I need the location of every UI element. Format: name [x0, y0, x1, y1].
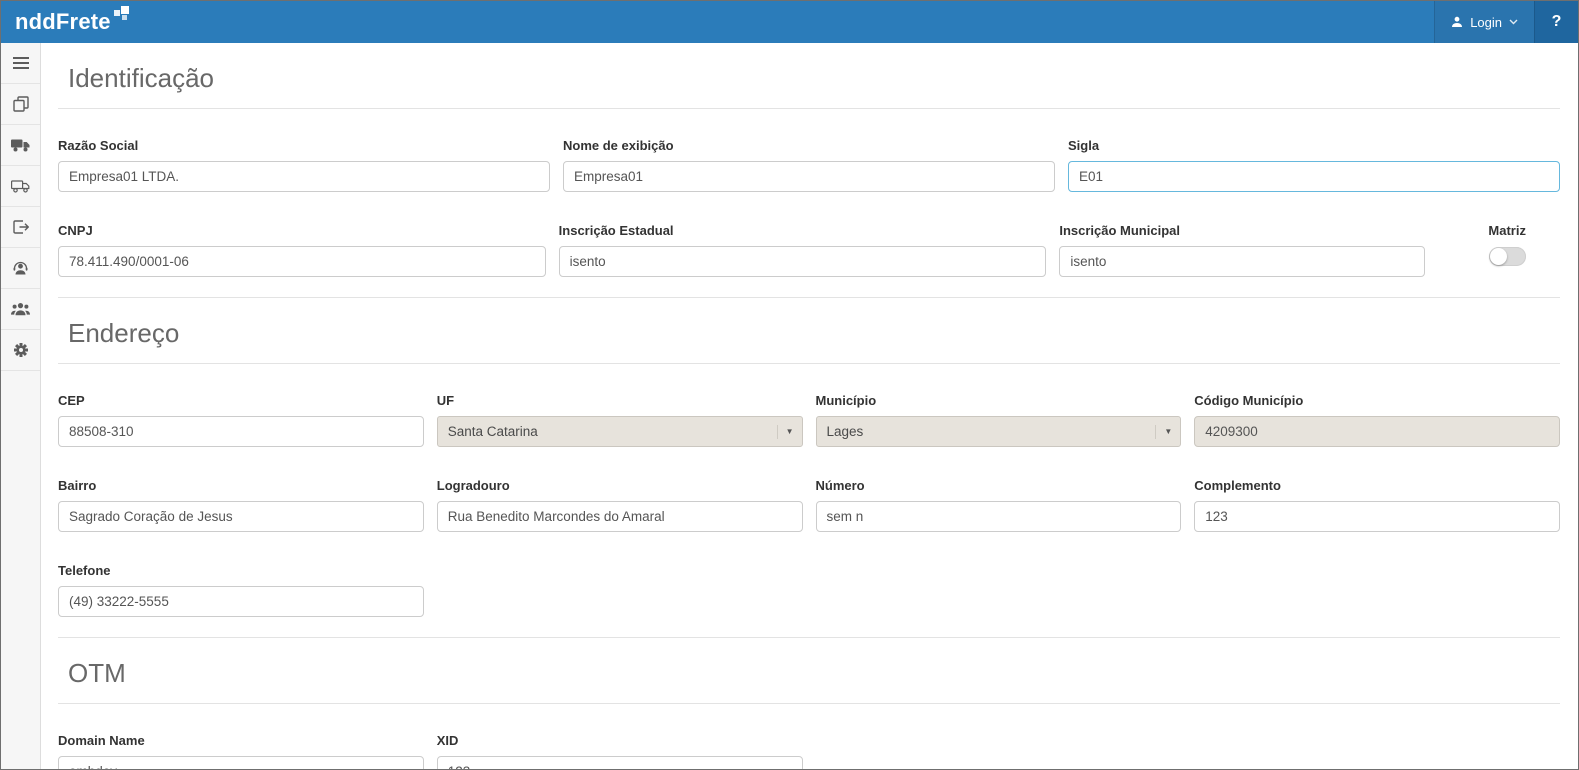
telefone-input[interactable]: [58, 586, 424, 617]
inscricao-municipal-label: Inscrição Municipal: [1059, 222, 1425, 240]
codigo-municipio-input: [1194, 416, 1560, 447]
cnpj-label: CNPJ: [58, 222, 546, 240]
razao-social-input[interactable]: [58, 161, 550, 192]
field-sigla: Sigla: [1068, 137, 1560, 192]
field-municipio: Município Lages ▼: [816, 392, 1182, 447]
municipio-label: Município: [816, 392, 1182, 410]
support-icon: [12, 260, 29, 276]
body: Identificação Razão Social Nome de exibi…: [1, 43, 1578, 769]
field-codigo-municipio: Código Município: [1194, 392, 1560, 447]
sigla-label: Sigla: [1068, 137, 1560, 155]
cep-label: CEP: [58, 392, 424, 410]
page: nddFrete Login ?: [0, 0, 1579, 770]
domain-name-input[interactable]: [58, 756, 424, 769]
complemento-input[interactable]: [1194, 501, 1560, 532]
complemento-label: Complemento: [1194, 477, 1560, 495]
login-label: Login: [1470, 15, 1502, 30]
sidebar-item-logout[interactable]: [1, 207, 40, 248]
logout-icon: [13, 220, 29, 234]
matriz-label: Matriz: [1488, 222, 1526, 240]
sidebar-item-settings[interactable]: [1, 330, 40, 371]
uf-select[interactable]: Santa Catarina ▼: [437, 416, 803, 447]
field-uf: UF Santa Catarina ▼: [437, 392, 803, 447]
bairro-input[interactable]: [58, 501, 424, 532]
nome-exibicao-input[interactable]: [563, 161, 1055, 192]
sidebar-item-menu[interactable]: [1, 43, 40, 84]
logradouro-input[interactable]: [437, 501, 803, 532]
sigla-input[interactable]: [1068, 161, 1560, 192]
field-telefone: Telefone: [58, 562, 424, 617]
numero-label: Número: [816, 477, 1182, 495]
toggle-knob: [1490, 248, 1507, 265]
field-xid: XID: [437, 732, 803, 769]
truck-outline-icon: [11, 179, 30, 193]
municipio-select[interactable]: Lages ▼: [816, 416, 1182, 447]
field-numero: Número: [816, 477, 1182, 532]
field-cnpj: CNPJ: [58, 222, 546, 277]
field-cep: CEP: [58, 392, 424, 447]
menu-icon: [13, 57, 29, 69]
sidebar-item-users[interactable]: [1, 289, 40, 330]
field-matriz: Matriz: [1438, 222, 1560, 277]
sidebar-item-support[interactable]: [1, 248, 40, 289]
sidebar-item-fleet[interactable]: [1, 166, 40, 207]
section-identificacao: Identificação Razão Social Nome de exibi…: [58, 43, 1560, 287]
bairro-label: Bairro: [58, 477, 424, 495]
chevron-down-icon: [1509, 19, 1518, 25]
sidebar-item-truck[interactable]: [1, 125, 40, 166]
inscricao-municipal-input[interactable]: [1059, 246, 1425, 277]
truck-icon: [11, 138, 30, 152]
pages-icon: [13, 96, 29, 112]
identificacao-title: Identificação: [58, 43, 1560, 109]
field-inscricao-municipal: Inscrição Municipal: [1059, 222, 1425, 277]
numero-input[interactable]: [816, 501, 1182, 532]
xid-label: XID: [437, 732, 803, 750]
help-button[interactable]: ?: [1534, 1, 1578, 43]
users-icon: [11, 302, 30, 316]
xid-input[interactable]: [437, 756, 803, 769]
chevron-down-icon: ▼: [1155, 425, 1172, 439]
cep-input[interactable]: [58, 416, 424, 447]
razao-social-label: Razão Social: [58, 137, 550, 155]
brand-squares-icon: [113, 6, 129, 26]
field-domain-name: Domain Name: [58, 732, 424, 769]
codigo-municipio-label: Código Município: [1194, 392, 1560, 410]
inscricao-estadual-input[interactable]: [559, 246, 1047, 277]
nome-exibicao-label: Nome de exibição: [563, 137, 1055, 155]
settings-icon: [12, 342, 30, 358]
brand-text: nddFrete: [15, 9, 111, 35]
topbar: nddFrete Login ?: [1, 1, 1578, 43]
help-icon: ?: [1552, 13, 1562, 31]
chevron-down-icon: ▼: [777, 425, 794, 439]
domain-name-label: Domain Name: [58, 732, 424, 750]
field-razao-social: Razão Social: [58, 137, 550, 192]
endereco-title: Endereço: [58, 298, 1560, 364]
user-icon: [1451, 16, 1463, 28]
uf-label: UF: [437, 392, 803, 410]
uf-selected-value: Santa Catarina: [448, 424, 538, 439]
logradouro-label: Logradouro: [437, 477, 803, 495]
sidebar-item-pages[interactable]: [1, 84, 40, 125]
otm-title: OTM: [58, 638, 1560, 704]
municipio-selected-value: Lages: [827, 424, 864, 439]
login-menu[interactable]: Login: [1434, 1, 1534, 43]
field-logradouro: Logradouro: [437, 477, 803, 532]
sidebar: [1, 43, 41, 769]
field-nome-exibicao: Nome de exibição: [563, 137, 1055, 192]
field-inscricao-estadual: Inscrição Estadual: [559, 222, 1047, 277]
section-otm: OTM Domain Name XID: [58, 637, 1560, 769]
cnpj-input[interactable]: [58, 246, 546, 277]
topbar-right: Login ?: [1434, 1, 1578, 43]
inscricao-estadual-label: Inscrição Estadual: [559, 222, 1047, 240]
matriz-toggle[interactable]: [1489, 247, 1526, 266]
telefone-label: Telefone: [58, 562, 424, 580]
field-bairro: Bairro: [58, 477, 424, 532]
section-endereco: Endereço CEP UF Santa Catarina ▼: [58, 297, 1560, 627]
main-content: Identificação Razão Social Nome de exibi…: [41, 43, 1578, 769]
field-complemento: Complemento: [1194, 477, 1560, 532]
brand-logo[interactable]: nddFrete: [1, 1, 141, 43]
